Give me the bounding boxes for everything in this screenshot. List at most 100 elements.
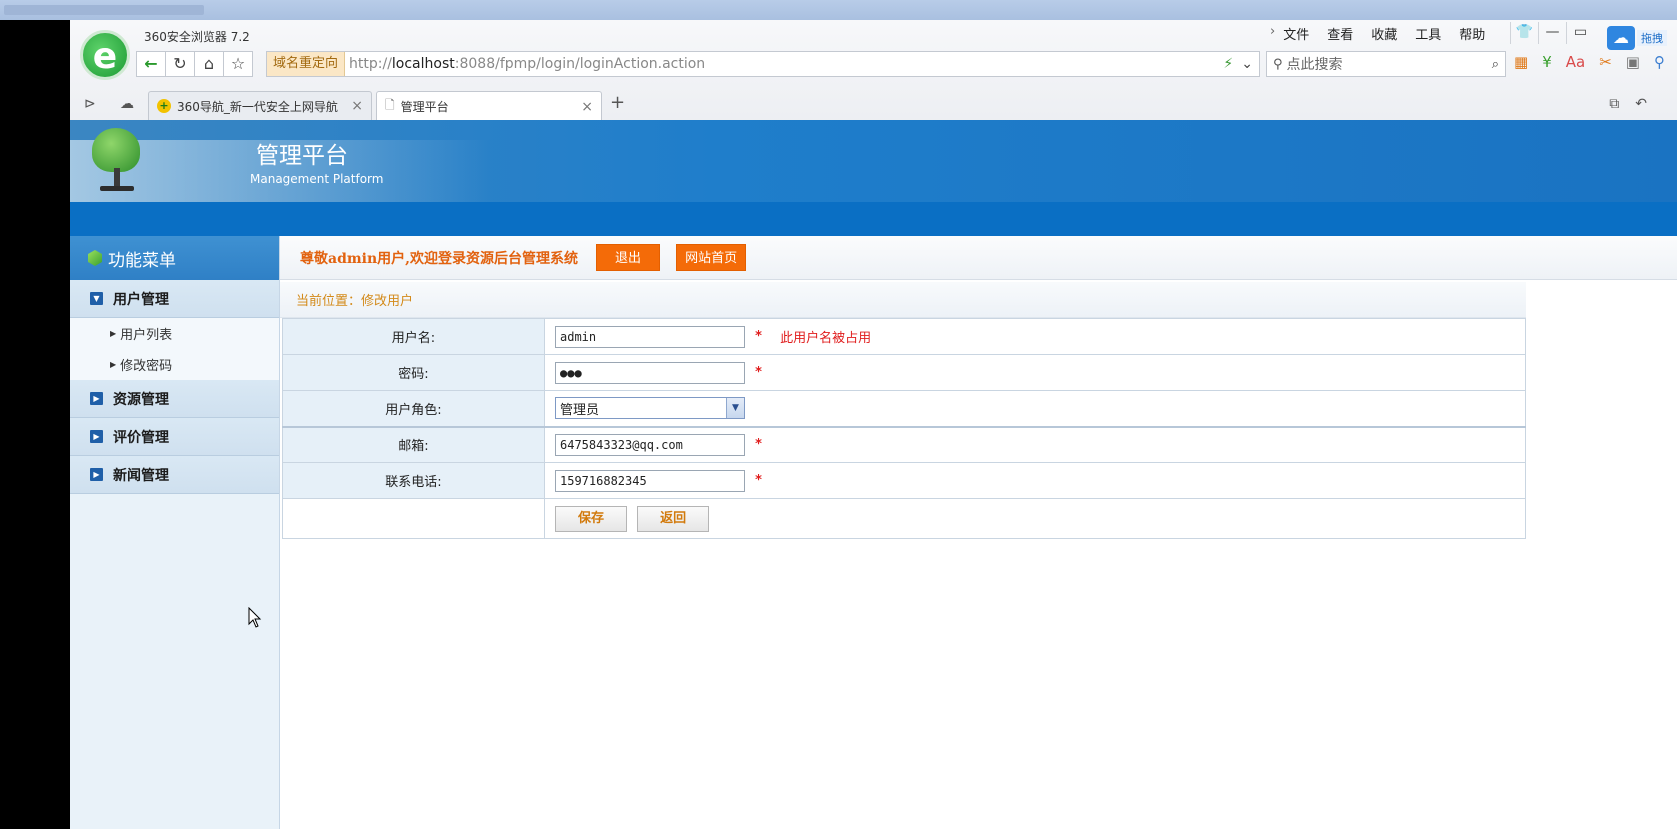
item-label: 用户列表 <box>120 328 173 343</box>
username-input[interactable] <box>555 325 745 348</box>
tree-logo-icon <box>88 128 148 192</box>
speed-mode-icon[interactable]: ⚡ <box>1223 56 1233 72</box>
menu-tools[interactable]: 工具 <box>1415 24 1441 43</box>
search-input[interactable]: 点此搜索 <box>1287 54 1492 74</box>
minimize-button[interactable]: — <box>1538 22 1566 44</box>
role-label: 用户角色: <box>282 390 545 427</box>
form-row-email: 邮箱: * <box>282 425 1526 463</box>
tab-management[interactable]: 🗋 管理平台 × <box>376 91 602 121</box>
group-label: 新闻管理 <box>113 467 169 484</box>
url-text[interactable]: http://localhost:8088/fpmp/login/loginAc… <box>345 56 1223 72</box>
email-input[interactable] <box>555 433 745 456</box>
screenshot-icon[interactable]: ✂ <box>1599 53 1612 71</box>
menu-view[interactable]: 查看 <box>1327 24 1353 43</box>
sidebar-toggle-icon[interactable]: ⊳ <box>84 96 96 112</box>
group-label: 用户管理 <box>113 291 169 308</box>
mouse-cursor-icon <box>248 607 262 628</box>
sidebar-item-user-list[interactable]: ▶ 用户列表 <box>70 318 279 349</box>
sidebar-item-change-password[interactable]: ▶ 修改密码 <box>70 349 279 380</box>
new-tab-button[interactable]: + <box>610 92 625 113</box>
phone-input[interactable] <box>555 469 745 492</box>
form-row-actions: 保存 返回 <box>282 498 1526 539</box>
sidebar: 功能菜单 ▼ 用户管理 ▶ 用户列表 ▶ 修改密码 ▶ 资源管理 ▶ 评价管理 <box>70 236 280 829</box>
site-home-button[interactable]: 网站首页 <box>676 244 747 271</box>
phone-label: 联系电话: <box>282 462 545 499</box>
username-error: 此用户名被占用 <box>780 331 872 346</box>
url-scheme: http:// <box>349 56 392 72</box>
favorite-star-icon[interactable]: ☆ <box>223 51 253 77</box>
app-title: 360安全浏览器 7.2 <box>144 30 250 44</box>
chevron-down-icon[interactable]: ⌄ <box>1241 56 1253 72</box>
translate-icon[interactable]: Aa <box>1566 53 1585 71</box>
edit-user-form: 用户名: * 此用户名被占用 密码: * 用户角色: <box>282 318 1526 539</box>
apps-icon[interactable]: ▦ <box>1514 53 1528 71</box>
chevron-right-icon[interactable]: › <box>1270 24 1275 43</box>
shirt-icon[interactable]: 👕 <box>1510 22 1538 44</box>
email-label: 邮箱: <box>282 425 545 463</box>
refresh-button[interactable]: ↻ <box>165 51 195 77</box>
expand-icon: ▶ <box>90 392 103 405</box>
plus-logo-icon: + <box>157 99 171 113</box>
form-row-username: 用户名: * 此用户名被占用 <box>282 318 1526 355</box>
browser-chrome: e 360安全浏览器 7.2 › 文件 查看 收藏 工具 帮助 👕 — ▭ ☁ … <box>70 20 1677 128</box>
group-label: 资源管理 <box>113 391 169 408</box>
welcome-message: 尊敬admin用户,欢迎登录资源后台管理系统 <box>300 250 579 267</box>
menu-favorites[interactable]: 收藏 <box>1371 24 1397 43</box>
form-row-role: 用户角色: 管理员 ▼ <box>282 390 1526 427</box>
required-mark: * <box>755 437 762 453</box>
sidebar-group-resource-management[interactable]: ▶ 资源管理 <box>70 380 279 418</box>
home-button[interactable]: ⌂ <box>194 51 224 77</box>
sidebar-group-user-management[interactable]: ▼ 用户管理 <box>70 280 279 318</box>
collapse-icon: ▼ <box>90 292 103 305</box>
item-label: 修改密码 <box>120 359 173 374</box>
password-input[interactable] <box>555 361 745 384</box>
menu-help[interactable]: 帮助 <box>1459 24 1485 43</box>
image-icon[interactable]: ▣ <box>1626 53 1640 71</box>
tab-label: 360导航_新一代安全上网导航 <box>177 99 338 114</box>
restore-tabs-icon[interactable]: ⧉ <box>1609 96 1619 112</box>
expand-icon: ▶ <box>90 468 103 481</box>
logout-button[interactable]: 退出 <box>596 244 661 271</box>
zoom-icon[interactable]: ⚲ <box>1654 53 1665 71</box>
browser-window: e 360安全浏览器 7.2 › 文件 查看 收藏 工具 帮助 👕 — ▭ ☁ … <box>70 20 1677 829</box>
gem-icon <box>88 250 102 266</box>
address-bar[interactable]: 域名重定向 http://localhost:8088/fpmp/login/l… <box>266 51 1260 77</box>
back-button[interactable]: 返回 <box>637 505 710 532</box>
sidebar-group-review-management[interactable]: ▶ 评价管理 <box>70 418 279 456</box>
search-box[interactable]: ⚲ 点此搜索 ⌕ <box>1266 51 1506 77</box>
form-row-password: 密码: * <box>282 354 1526 391</box>
toolbar-icons: ▦ ¥ Aa ✂ ▣ ⚲ <box>1514 53 1665 71</box>
banner-title: 管理平台 <box>256 143 348 169</box>
tab-strip: ⊳ ☁ + 360导航_新一代安全上网导航 × 🗋 管理平台 × + ⧉ ↶ <box>70 88 1677 121</box>
save-button[interactable]: 保存 <box>555 505 627 532</box>
sidebar-header: 功能菜单 <box>70 236 279 280</box>
search-icon[interactable]: ⌕ <box>1492 57 1499 72</box>
chevron-down-icon[interactable]: ▼ <box>726 398 744 419</box>
close-icon[interactable]: × <box>351 98 363 114</box>
money-icon[interactable]: ¥ <box>1542 53 1552 71</box>
page-content: 管理平台 Management Platform 功能菜单 ▼ 用户管理 ▶ 用… <box>70 120 1677 829</box>
required-mark: * <box>755 365 762 380</box>
sidebar-group-news-management[interactable]: ▶ 新闻管理 <box>70 456 279 494</box>
username-label: 用户名: <box>282 318 545 355</box>
close-icon[interactable]: × <box>581 99 593 115</box>
sidebar-header-label: 功能菜单 <box>108 250 176 271</box>
password-label: 密码: <box>282 354 545 391</box>
browser-logo-icon: e <box>80 30 130 80</box>
menu-file[interactable]: 文件 <box>1283 24 1309 43</box>
tab-label: 管理平台 <box>400 100 449 114</box>
role-select[interactable]: 管理员 ▼ <box>555 397 745 420</box>
maximize-button[interactable]: ▭ <box>1566 22 1594 44</box>
cloud-tab-icon[interactable]: ☁ <box>120 96 134 112</box>
tab-360-nav[interactable]: + 360导航_新一代安全上网导航 × <box>148 91 372 120</box>
domain-redirect-tag[interactable]: 域名重定向 <box>267 52 346 76</box>
search-engine-icon[interactable]: ⚲ <box>1273 57 1283 72</box>
blurred-title <box>4 5 204 15</box>
menubar: › 文件 查看 收藏 工具 帮助 <box>1270 24 1485 43</box>
expand-icon: ▶ <box>90 430 103 443</box>
undo-close-icon[interactable]: ↶ <box>1635 96 1647 112</box>
page-icon: 🗋 <box>385 98 395 112</box>
back-button[interactable]: ← <box>136 51 166 77</box>
drag-label[interactable]: 拖拽 <box>1637 30 1667 46</box>
cloud-icon[interactable]: ☁ <box>1607 26 1635 50</box>
